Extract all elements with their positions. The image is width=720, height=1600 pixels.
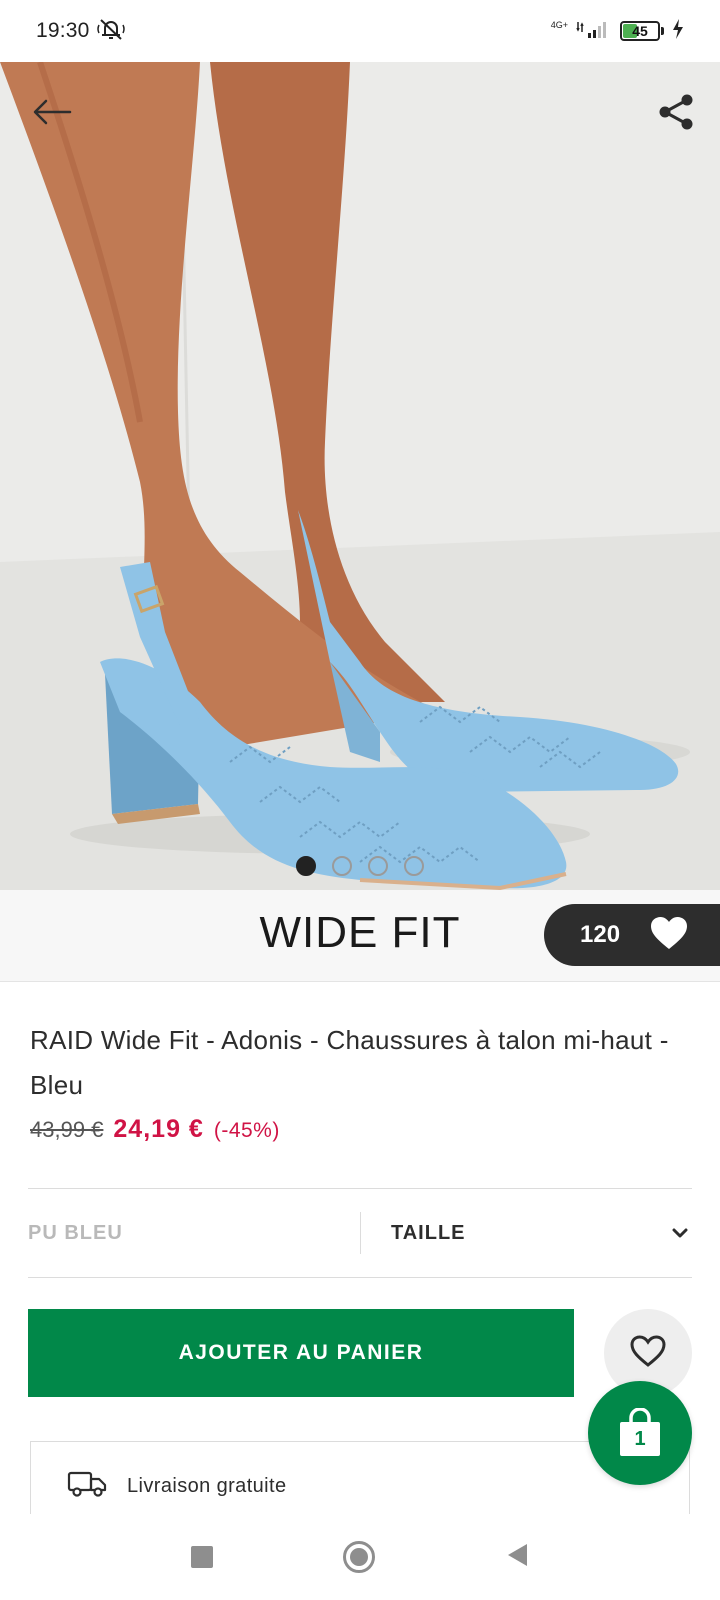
add-to-bag-button[interactable]: AJOUTER AU PANIER <box>28 1309 574 1397</box>
delivery-text: Livraison gratuite <box>127 1475 287 1497</box>
share-icon <box>656 92 696 137</box>
product-title: RAID Wide Fit - Adonis - Chaussures à ta… <box>30 1025 669 1100</box>
muted-notifications-icon <box>96 17 126 46</box>
heart-filled-icon <box>650 916 688 955</box>
colour-label: PU BLEU <box>28 1221 123 1244</box>
chevron-down-icon <box>672 1227 688 1239</box>
product-photo <box>0 62 720 890</box>
bag-icon: 1 <box>617 1408 663 1458</box>
options-row: PU BLEU TAILLE <box>28 1188 692 1278</box>
gallery-dot[interactable] <box>368 856 388 876</box>
home-button-inner <box>350 1548 368 1566</box>
battery-level: 45 <box>632 23 648 39</box>
size-label: TAILLE <box>391 1221 466 1244</box>
status-left: 19:30 <box>36 17 126 46</box>
delivery-truck-icon <box>67 1470 107 1503</box>
gallery-pagination <box>0 856 720 876</box>
recent-apps-button[interactable] <box>191 1546 213 1568</box>
battery-indicator: 45 <box>620 21 660 41</box>
gallery-dot[interactable] <box>332 856 352 876</box>
system-nav-bar <box>0 1514 720 1600</box>
network-type: 4G+ <box>550 20 568 30</box>
back-arrow-icon <box>32 98 72 131</box>
status-time: 19:30 <box>36 19 90 42</box>
brand-strip: WIDE FIT 120 <box>0 890 720 982</box>
battery-icon: 45 <box>620 21 664 41</box>
price-old: 43,99 € <box>30 1117 104 1142</box>
status-right: 4G+ 45 <box>551 18 684 45</box>
home-button[interactable] <box>343 1541 375 1573</box>
share-button[interactable] <box>648 86 704 142</box>
heart-outline-icon <box>629 1334 667 1373</box>
price-discount: (-45%) <box>213 1119 280 1142</box>
battery-tip <box>661 27 664 35</box>
status-bar: 19:30 4G+ 45 <box>0 0 720 62</box>
bag-button[interactable]: 1 <box>588 1381 692 1485</box>
signal-icon <box>576 18 612 45</box>
back-button[interactable] <box>24 86 80 142</box>
price-new: 24,19 € <box>113 1115 204 1143</box>
likes-button[interactable]: 120 <box>544 904 720 966</box>
bag-count: 1 <box>634 1428 646 1450</box>
nav-back-button[interactable] <box>505 1542 529 1573</box>
size-selector[interactable]: TAILLE <box>361 1222 692 1245</box>
charging-icon <box>672 18 684 44</box>
product-image-gallery[interactable] <box>0 62 720 890</box>
price-row: 43,99 € 24,19 € (-45%) <box>30 1115 280 1144</box>
likes-count: 120 <box>580 921 621 948</box>
gallery-dot[interactable] <box>404 856 424 876</box>
gallery-dot[interactable] <box>296 856 316 876</box>
